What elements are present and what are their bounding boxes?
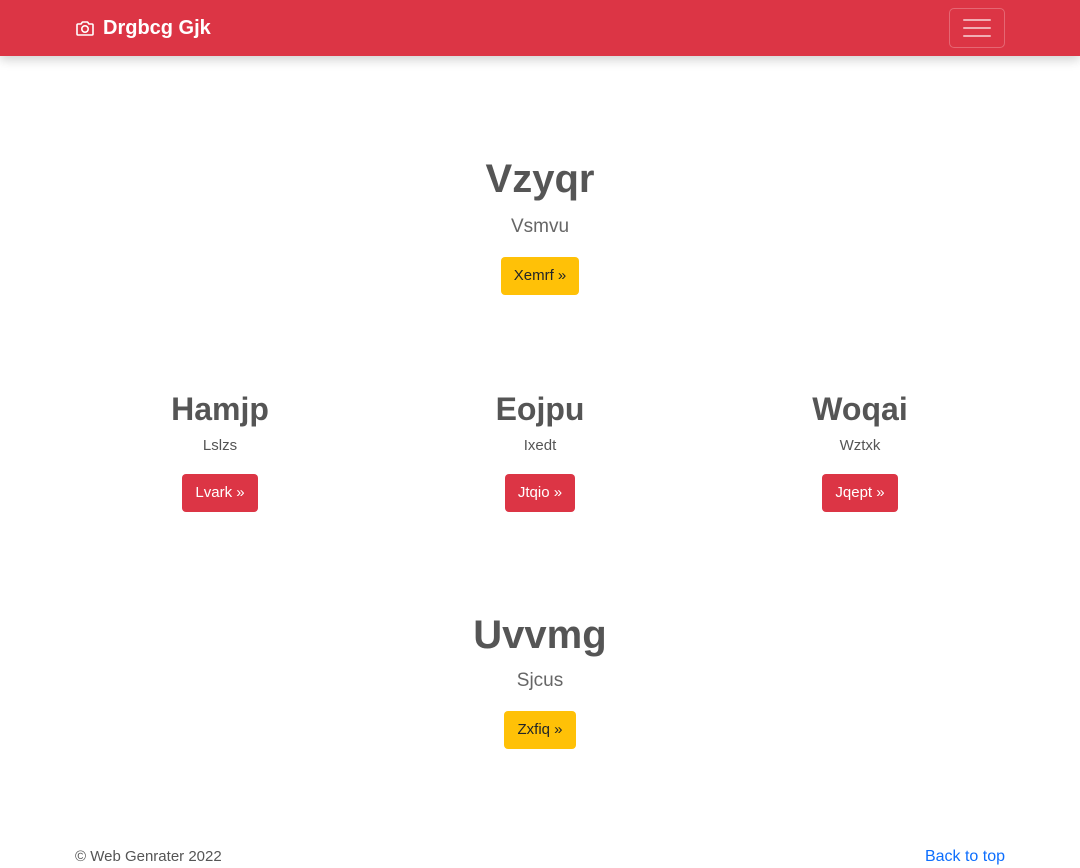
column-button[interactable]: Jqept » xyxy=(822,474,898,512)
column-button[interactable]: Jtqio » xyxy=(504,474,576,512)
column-button[interactable]: Lvark » xyxy=(182,474,258,512)
hero-bottom: Uvvmg Sjcus Zxfiq » xyxy=(0,611,1080,749)
brand-link[interactable]: Drgbcg Gjk xyxy=(75,14,211,42)
navbar: Drgbcg Gjk xyxy=(0,0,1080,56)
column-text: Lslzs xyxy=(202,437,238,454)
hamburger-menu-icon xyxy=(963,17,991,39)
hero-bottom-subtitle: Sjcus xyxy=(516,670,564,691)
navbar-toggler-button[interactable] xyxy=(949,8,1005,48)
hero-top: Vzyqr Vsmvu Xemrf » xyxy=(0,155,1080,295)
column-title: Woqai xyxy=(812,391,908,427)
back-to-top-link[interactable]: Back to top xyxy=(925,846,1005,868)
feature-column-2: Eojpu Ixedt Jtqio » xyxy=(395,389,685,512)
column-text: Ixedt xyxy=(523,437,557,454)
feature-column-3: Woqai Wztxk Jqept » xyxy=(715,389,1005,512)
hero-top-title: Vzyqr xyxy=(485,157,595,201)
feature-column-1: Hamjp Lslzs Lvark » xyxy=(75,389,365,512)
camera-icon xyxy=(75,18,95,38)
hero-top-button[interactable]: Xemrf » xyxy=(500,257,580,295)
column-title: Eojpu xyxy=(495,391,585,427)
brand-text: Drgbcg Gjk xyxy=(103,16,211,39)
column-text: Wztxk xyxy=(839,437,881,454)
hero-bottom-button[interactable]: Zxfiq » xyxy=(504,711,576,749)
hero-bottom-title: Uvvmg xyxy=(473,613,607,657)
hero-top-subtitle: Vsmvu xyxy=(510,216,570,237)
column-title: Hamjp xyxy=(171,391,269,427)
footer-copyright: © Web Genrater 2022 xyxy=(75,848,222,865)
